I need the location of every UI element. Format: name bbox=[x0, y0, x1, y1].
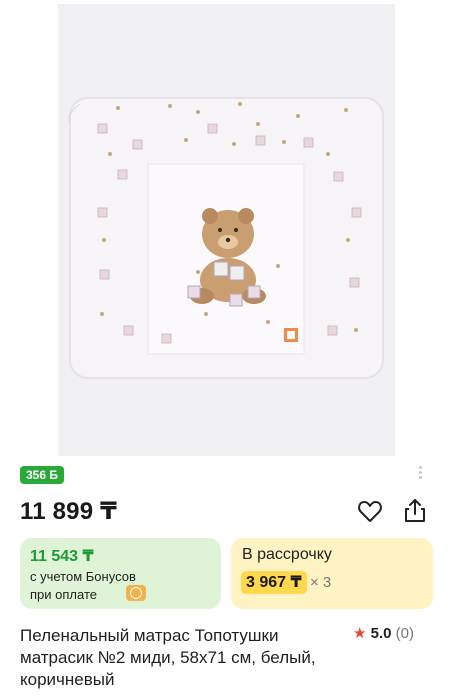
product-title: Пеленальный матрас Топотушки матрасик №2… bbox=[20, 626, 316, 689]
star-icon: ★ bbox=[353, 625, 367, 642]
product-photo bbox=[58, 4, 395, 456]
bonus-price: 11 543 ₸ bbox=[30, 548, 94, 565]
installment-title: В рассрочку bbox=[242, 546, 332, 563]
installment-amount: 3 967 ₸ bbox=[241, 571, 307, 594]
heart-icon bbox=[358, 501, 382, 522]
installment-card[interactable]: В рассрочку 3 967 ₸ × 3 bbox=[231, 538, 433, 609]
bonus-note: с учетом Бонусов bbox=[30, 569, 136, 584]
favorite-button[interactable] bbox=[356, 497, 384, 525]
product-price: 11 899 ₸ bbox=[20, 498, 118, 525]
bonus-badge: 356 Б bbox=[20, 466, 64, 484]
pagination-dots bbox=[414, 466, 428, 479]
installment-multiplier: × 3 bbox=[310, 574, 332, 591]
share-icon bbox=[405, 499, 425, 522]
rating-value: 5.0 bbox=[370, 625, 392, 642]
payment-note: при оплате bbox=[30, 587, 97, 602]
bonus-price-card[interactable]: 11 543 ₸ с учетом Бонусов при оплате bbox=[20, 538, 221, 609]
share-button[interactable] bbox=[401, 497, 429, 525]
rating[interactable]: ★ 5.0 (0) bbox=[353, 624, 414, 642]
product-image[interactable] bbox=[58, 4, 395, 456]
review-count: (0) bbox=[395, 625, 414, 642]
payment-method-icon bbox=[126, 585, 146, 601]
